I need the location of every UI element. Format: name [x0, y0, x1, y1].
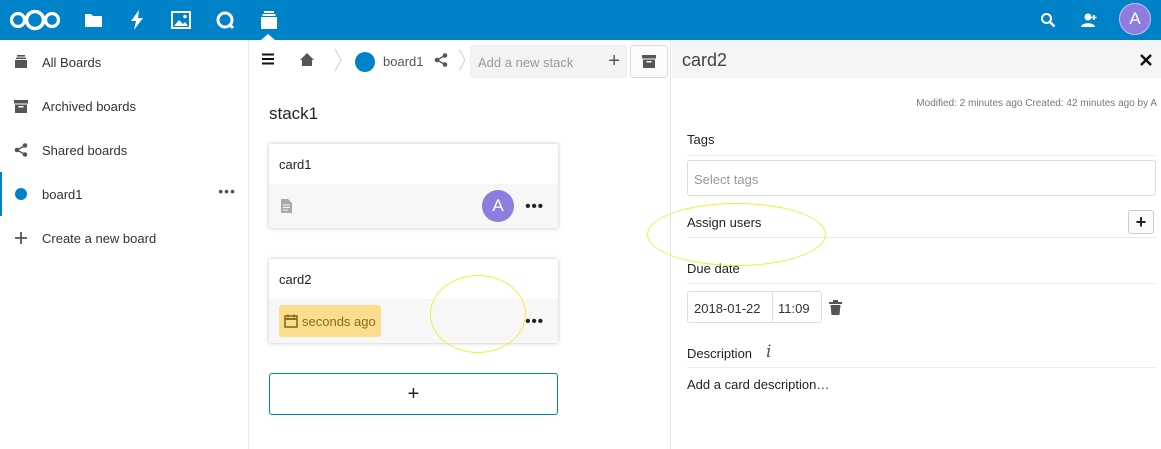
nav-item-archived-boards[interactable]: Archived boards	[0, 84, 248, 128]
card-badges: A •••	[269, 184, 558, 228]
new-stack-input[interactable]: Add a new stack +	[470, 45, 627, 78]
description-icon	[281, 199, 292, 218]
close-icon[interactable]	[1136, 50, 1156, 70]
new-stack-placeholder: Add a new stack	[478, 55, 574, 70]
nav-item-label: All Boards	[42, 54, 102, 70]
tags-label: Tags	[687, 132, 715, 147]
assign-user-add-button[interactable]: +	[1128, 210, 1154, 234]
share-icon	[0, 143, 42, 157]
calendar-icon	[284, 314, 298, 328]
divider	[687, 283, 1156, 284]
plus-icon[interactable]: +	[608, 51, 620, 71]
card-more-options-icon[interactable]: •••	[525, 313, 544, 330]
card-details-sidebar: card2 Modified: 2 minutes ago Created: 4…	[647, 40, 1161, 449]
board-controls: board1 Add a new stack +	[249, 40, 671, 80]
hamburger-menu-icon[interactable]	[261, 52, 277, 68]
card-card1[interactable]: card1 A •••	[269, 144, 558, 228]
divider	[687, 155, 1156, 156]
card-more-options-icon[interactable]: •••	[525, 198, 544, 215]
nav-item-label: Shared boards	[42, 142, 128, 158]
board-area: board1 Add a new stack + stack1 card1 A …	[249, 40, 671, 449]
board-color-dot	[355, 52, 375, 72]
card-meta-info: Modified: 2 minutes ago Created: 42 minu…	[916, 98, 1157, 109]
board-title: board1	[383, 54, 424, 69]
card-title: card1	[279, 157, 312, 172]
due-date-text: seconds ago	[302, 313, 376, 329]
home-icon[interactable]	[299, 52, 317, 68]
highlight-annotation	[430, 275, 526, 353]
description-label: Description	[687, 346, 753, 361]
nav-item-all-boards[interactable]: All Boards	[0, 40, 248, 84]
tags-select-input[interactable]: Select tags	[687, 160, 1156, 196]
divider	[687, 367, 1156, 368]
board-color-dot	[0, 188, 42, 200]
gallery-icon[interactable]	[161, 0, 201, 40]
archive-toggle-button[interactable]	[630, 45, 668, 78]
archive-icon	[642, 55, 656, 68]
sidebar-header: card2	[672, 40, 1161, 78]
nav-item-label: Archived boards	[42, 98, 136, 114]
nextcloud-logo[interactable]	[2, 0, 68, 40]
due-date-input[interactable]: 2018-01-22	[687, 291, 772, 323]
archive-icon	[0, 99, 42, 113]
deck-icon	[0, 55, 42, 69]
tags-placeholder: Select tags	[694, 172, 759, 187]
search-icon[interactable]	[1028, 0, 1068, 40]
contacts-icon[interactable]	[1069, 0, 1109, 40]
due-time-input[interactable]: 11:09	[772, 291, 822, 323]
nav-item-label: board1	[42, 186, 83, 202]
assignee-avatar[interactable]: A	[482, 190, 514, 222]
nav-item-label: Create a new board	[42, 230, 157, 246]
top-header: A	[0, 0, 1161, 40]
info-icon[interactable]: i	[766, 342, 771, 362]
sidebar-title: card2	[682, 50, 728, 70]
breadcrumb-separator-icon	[458, 48, 466, 72]
share-icon[interactable]	[434, 53, 448, 67]
breadcrumb-separator-icon	[334, 48, 342, 72]
nav-item-create-board[interactable]: Create a new board	[0, 216, 248, 260]
files-icon[interactable]	[73, 0, 113, 40]
highlight-annotation	[647, 203, 826, 266]
more-options-icon[interactable]: •••	[218, 183, 236, 199]
stack-title: stack1	[269, 104, 319, 123]
add-card-button[interactable]: +	[269, 373, 558, 415]
due-date-badge: seconds ago	[279, 305, 381, 337]
talk-icon[interactable]	[205, 0, 245, 40]
user-avatar[interactable]: A	[1119, 3, 1151, 35]
description-editor[interactable]: Add a card description…	[687, 377, 829, 392]
activity-icon[interactable]	[117, 0, 157, 40]
plus-icon	[0, 232, 42, 244]
trash-icon[interactable]	[829, 300, 843, 316]
app-navigation: All Boards Archived boards Shared boards…	[0, 40, 249, 449]
nav-item-shared-boards[interactable]: Shared boards	[0, 128, 248, 172]
nav-item-board1[interactable]: board1 •••	[0, 172, 248, 216]
